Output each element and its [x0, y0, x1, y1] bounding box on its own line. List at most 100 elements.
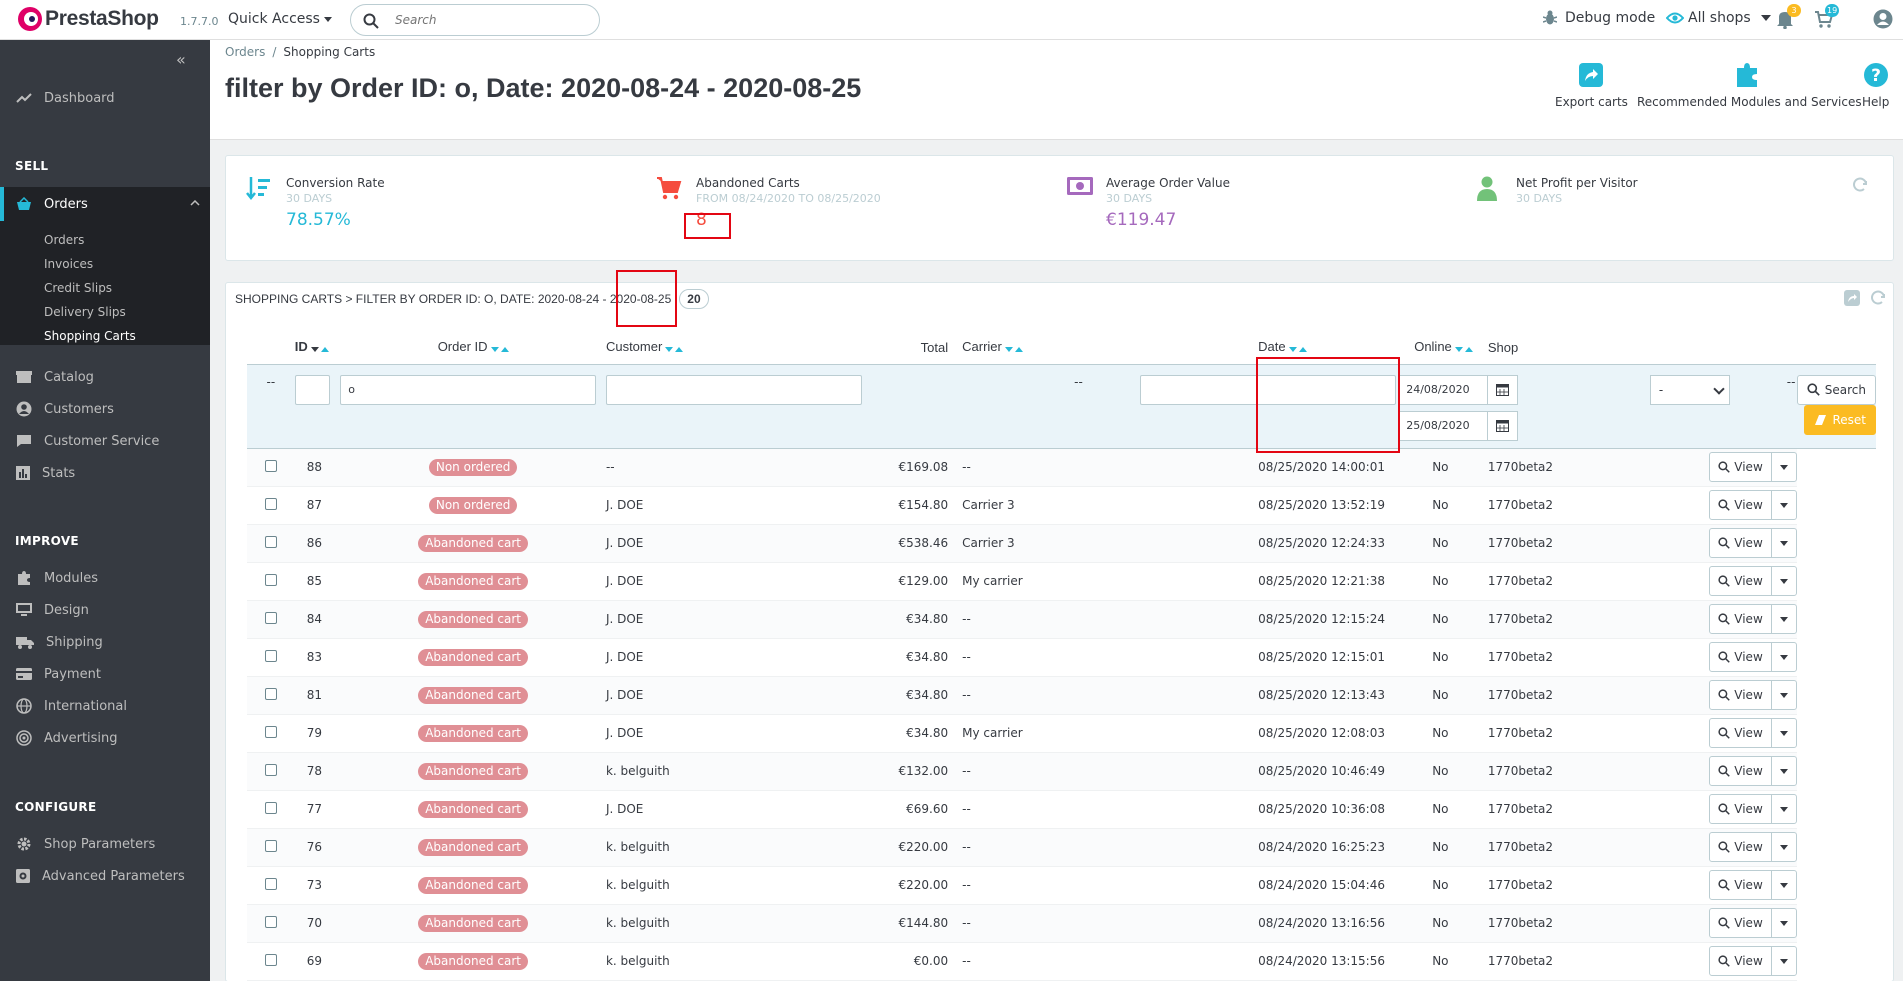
row-actions-dropdown-toggle[interactable]: [1772, 947, 1796, 975]
table-row[interactable]: 83 Abandoned cart J. DOE €34.80 -- 08/25/2020…: [247, 638, 1876, 677]
date-from-input[interactable]: [1398, 374, 1489, 405]
view-button[interactable]: View: [1710, 909, 1772, 937]
row-actions-dropdown-toggle[interactable]: [1772, 909, 1796, 937]
view-button[interactable]: View: [1710, 567, 1772, 595]
sort-asc-icon[interactable]: [675, 347, 684, 353]
view-button[interactable]: View: [1710, 757, 1772, 785]
search-input[interactable]: [395, 11, 585, 29]
view-button[interactable]: View: [1710, 833, 1772, 861]
view-button[interactable]: View: [1710, 605, 1772, 633]
row-checkbox[interactable]: [265, 839, 277, 852]
filter-order-id-input[interactable]: [340, 374, 597, 405]
row-checkbox[interactable]: [265, 611, 277, 624]
sort-desc-icon[interactable]: [1004, 347, 1013, 353]
table-row[interactable]: 84 Abandoned cart J. DOE €34.80 -- 08/25/2020…: [247, 600, 1876, 639]
calendar-icon[interactable]: [1488, 410, 1519, 441]
view-button[interactable]: View: [1710, 491, 1772, 519]
row-actions-dropdown-toggle[interactable]: [1772, 833, 1796, 861]
kpi-average-order-value[interactable]: Average Order Value 30 DAYS €119.47: [1066, 176, 1446, 246]
view-button[interactable]: View: [1710, 719, 1772, 747]
reset-button[interactable]: Reset: [1804, 404, 1876, 435]
submenu-item-delivery-slips[interactable]: Delivery Slips: [44, 305, 126, 319]
sidebar-item-catalog[interactable]: Catalog: [0, 361, 210, 393]
row-checkbox[interactable]: [265, 459, 277, 472]
row-actions-dropdown-toggle[interactable]: [1772, 567, 1796, 595]
row-checkbox[interactable]: [265, 877, 277, 890]
table-row[interactable]: 73 Abandoned cart k. belguith €220.00 -- 08/2…: [247, 866, 1876, 905]
row-checkbox[interactable]: [265, 725, 277, 738]
notifications-button[interactable]: 3: [1776, 4, 1801, 29]
sidebar-item-dashboard[interactable]: Dashboard: [0, 82, 210, 114]
sidebar-item-shop-parameters[interactable]: Shop Parameters: [0, 828, 210, 860]
search-icon[interactable]: [363, 13, 379, 29]
date-to-input[interactable]: [1398, 410, 1489, 441]
search-button[interactable]: Search: [1796, 374, 1876, 405]
table-row[interactable]: 76 Abandoned cart k. belguith €220.00 -- 08/2…: [247, 828, 1876, 867]
sidebar-item-shipping[interactable]: Shipping: [0, 626, 210, 658]
table-row[interactable]: 85 Abandoned cart J. DOE €129.00 My carrier 0…: [247, 562, 1876, 601]
row-checkbox[interactable]: [265, 915, 277, 928]
table-row[interactable]: 70 Abandoned cart k. belguith €144.80 -- 08/2…: [247, 904, 1876, 943]
sort-desc-icon[interactable]: [1288, 347, 1297, 353]
sort-desc-icon[interactable]: [1454, 347, 1463, 353]
table-row[interactable]: 69 Abandoned cart k. belguith €0.00 -- 08/24/…: [247, 942, 1876, 981]
table-row[interactable]: 77 Abandoned cart J. DOE €69.60 -- 08/25/2020…: [247, 790, 1876, 829]
submenu-item-invoices[interactable]: Invoices: [44, 257, 93, 271]
view-button[interactable]: View: [1710, 529, 1772, 557]
filter-id-input[interactable]: [294, 374, 330, 405]
sort-asc-icon[interactable]: [1464, 347, 1473, 353]
debug-mode-indicator[interactable]: Debug mode: [1543, 10, 1655, 26]
sort-asc-icon[interactable]: [1298, 347, 1307, 353]
sort-asc-icon[interactable]: [320, 347, 329, 353]
column-header-order-id[interactable]: Order ID: [340, 331, 606, 364]
sidebar-item-orders[interactable]: Orders: [0, 187, 210, 221]
row-actions-dropdown-toggle[interactable]: [1772, 795, 1796, 823]
row-actions-dropdown-toggle[interactable]: [1772, 719, 1796, 747]
row-actions-dropdown-toggle[interactable]: [1772, 681, 1796, 709]
sidebar-item-international[interactable]: International: [0, 690, 210, 722]
view-button[interactable]: View: [1710, 947, 1772, 975]
calendar-icon[interactable]: [1488, 374, 1519, 405]
view-button[interactable]: View: [1710, 795, 1772, 823]
row-actions-dropdown-toggle[interactable]: [1772, 529, 1796, 557]
sidebar-item-customers[interactable]: Customers: [0, 393, 210, 425]
table-row[interactable]: 79 Abandoned cart J. DOE €34.80 My carrier 08…: [247, 714, 1876, 753]
sidebar-item-design[interactable]: Design: [0, 594, 210, 626]
row-actions-dropdown-toggle[interactable]: [1772, 757, 1796, 785]
refresh-icon[interactable]: [1869, 289, 1887, 307]
kpi-conversion-rate[interactable]: Conversion Rate 30 DAYS 78.57%: [246, 176, 626, 246]
row-checkbox[interactable]: [265, 763, 277, 776]
submenu-item-credit-slips[interactable]: Credit Slips: [44, 281, 112, 295]
column-header-customer[interactable]: Customer: [606, 331, 757, 364]
table-row[interactable]: 86 Abandoned cart J. DOE €538.46 Carrier 3 08…: [247, 524, 1876, 563]
sidebar-item-customer-service[interactable]: Customer Service: [0, 425, 210, 457]
row-checkbox[interactable]: [265, 953, 277, 966]
column-header-id[interactable]: ID: [295, 331, 341, 364]
employee-menu-button[interactable]: [1873, 9, 1893, 29]
filter-customer-input[interactable]: [605, 374, 862, 405]
table-row[interactable]: 87 Non ordered J. DOE €154.80 Carrier 3 08/25…: [247, 486, 1876, 525]
column-header-online[interactable]: Online: [1404, 331, 1483, 364]
sidebar-item-advertising[interactable]: Advertising: [0, 722, 210, 754]
view-button[interactable]: View: [1710, 681, 1772, 709]
table-row[interactable]: 81 Abandoned cart J. DOE €34.80 -- 08/25/2020…: [247, 676, 1876, 715]
view-button[interactable]: View: [1710, 871, 1772, 899]
filter-online-select[interactable]: -: [1649, 374, 1730, 405]
submenu-item-shopping-carts[interactable]: Shopping Carts: [44, 329, 136, 343]
sidebar-item-modules[interactable]: Modules: [0, 562, 210, 594]
prestashop-logo[interactable]: PrestaShop: [18, 7, 159, 31]
row-actions-dropdown-toggle[interactable]: [1772, 605, 1796, 633]
orders-notifications-button[interactable]: 19: [1814, 4, 1840, 29]
collapse-sidebar-icon[interactable]: «: [176, 50, 186, 69]
sort-desc-icon[interactable]: [665, 347, 674, 353]
help-button[interactable]: ? Help: [1862, 62, 1889, 109]
submenu-item-orders[interactable]: Orders: [44, 233, 84, 247]
kpi-net-profit-per-visitor[interactable]: Net Profit per Visitor 30 DAYS: [1476, 176, 1836, 246]
table-row[interactable]: 88 Non ordered -- €169.08 -- 08/25/2020 14:00…: [247, 448, 1876, 487]
export-carts-button[interactable]: Export carts: [1555, 62, 1628, 109]
row-checkbox[interactable]: [265, 649, 277, 662]
row-actions-dropdown-toggle[interactable]: [1772, 491, 1796, 519]
search-box[interactable]: [350, 4, 600, 36]
row-actions-dropdown-toggle[interactable]: [1772, 871, 1796, 899]
row-checkbox[interactable]: [265, 801, 277, 814]
